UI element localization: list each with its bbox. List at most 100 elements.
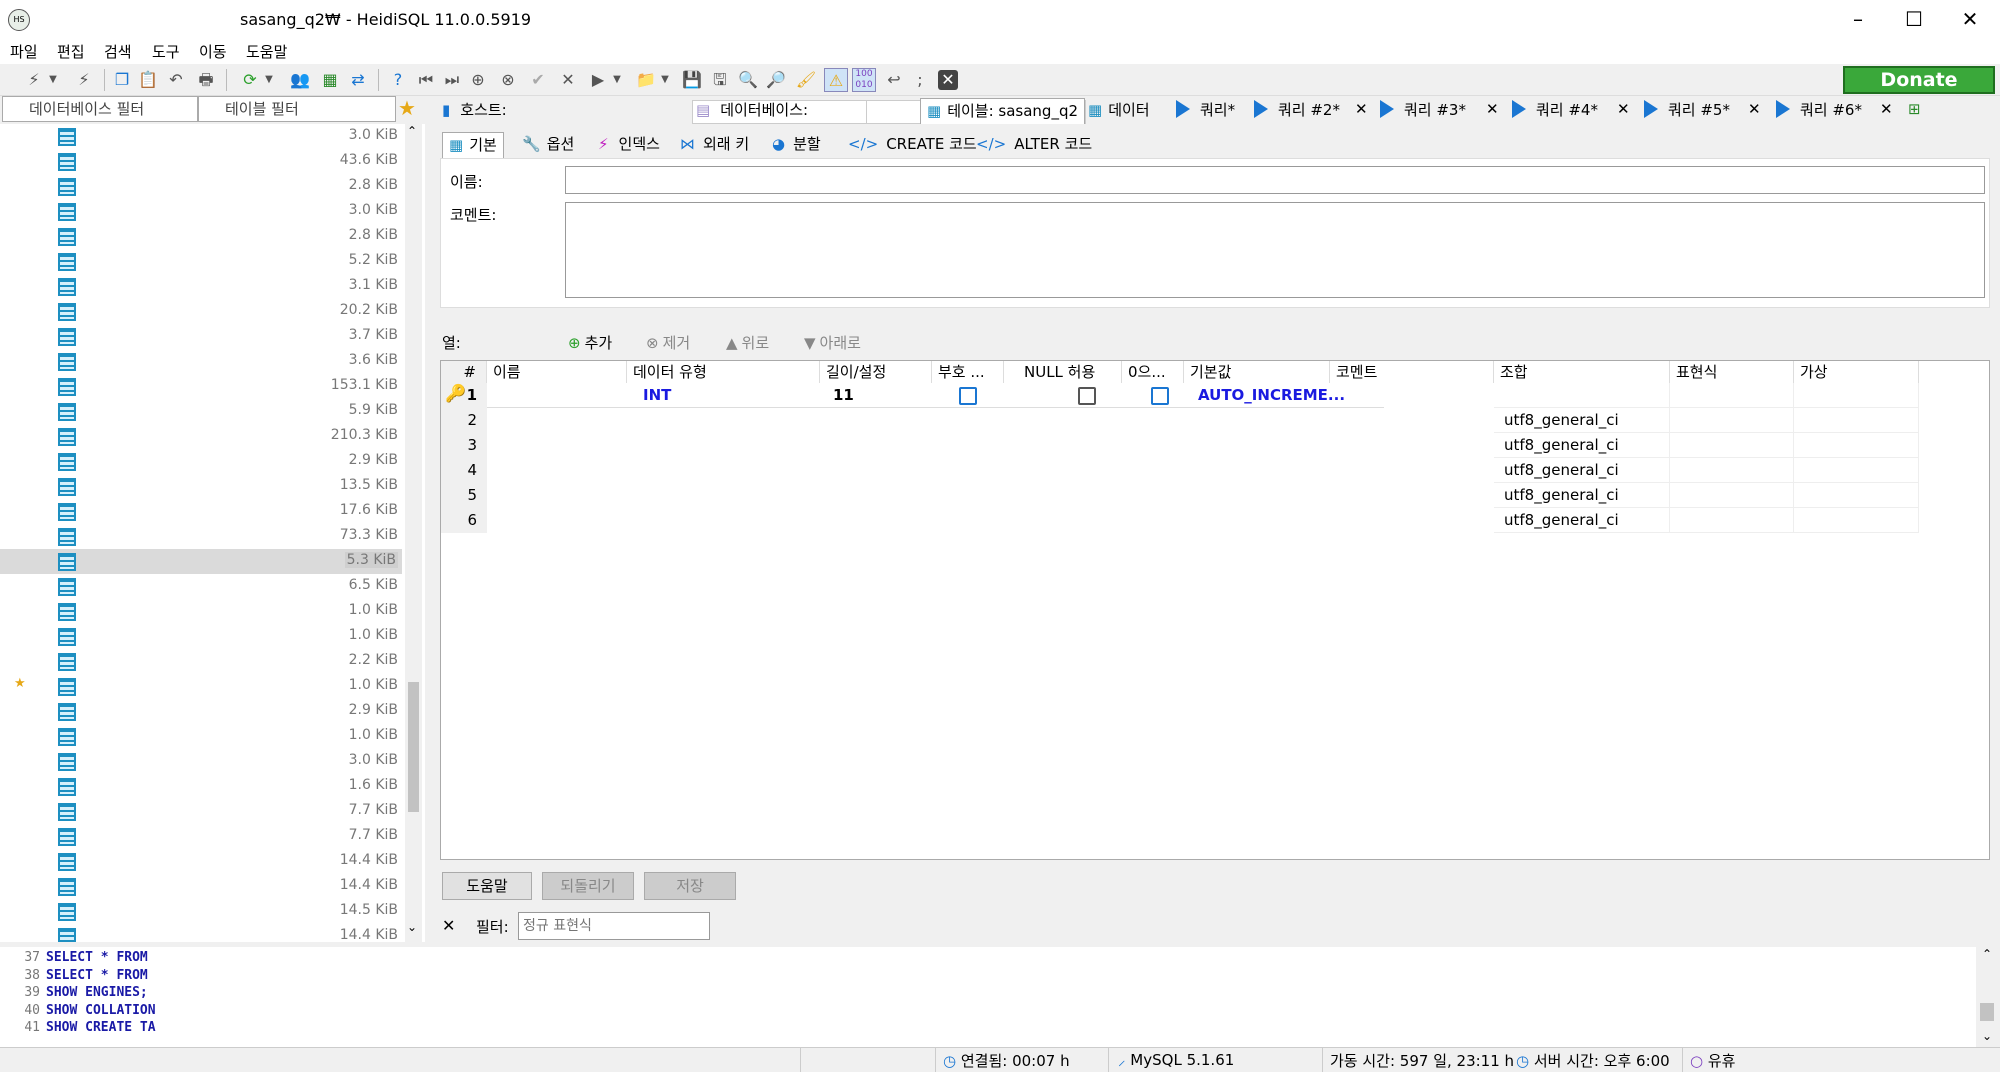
word-wrap-icon[interactable]: ↩ <box>882 68 906 92</box>
refresh-dropdown-icon[interactable]: ▼ <box>262 68 276 92</box>
tree-table-item[interactable]: 2.8 KiB <box>0 224 402 249</box>
tree-table-item[interactable]: 3.1 KiB <box>0 274 402 299</box>
move-up-button[interactable]: ▲ 위로 <box>726 332 769 353</box>
menu-file[interactable]: 파일 <box>10 41 38 62</box>
tab-query-6[interactable]: 쿼리 #6* <box>1776 98 1862 124</box>
tree-table-item[interactable]: 2.9 KiB <box>0 449 402 474</box>
tree-table-item[interactable]: 3.0 KiB <box>0 199 402 224</box>
tree-table-item[interactable]: 1.0 KiB <box>0 599 402 624</box>
columns-grid[interactable]: # 이름 데이터 유형 길이/설정 부호 ... NULL 허용 0으... 기… <box>440 360 1990 860</box>
save-file-icon[interactable]: 💾 <box>680 68 704 92</box>
paste-icon[interactable]: 📋 <box>136 68 160 92</box>
save-button[interactable]: 저장 <box>644 872 736 900</box>
scroll-thumb[interactable] <box>1980 1003 1994 1021</box>
zerofill-checkbox[interactable] <box>1151 387 1169 405</box>
menu-help[interactable]: 도움말 <box>246 41 287 62</box>
tree-table-item[interactable]: 153.1 KiB <box>0 374 402 399</box>
header-unsigned[interactable]: 부호 ... <box>932 361 1004 383</box>
subtab-options[interactable]: 🔧 옵션 <box>522 132 574 158</box>
tree-table-item[interactable]: 1.6 KiB <box>0 774 402 799</box>
cell-virtual[interactable] <box>1794 408 1919 433</box>
header-comment[interactable]: 코멘트 <box>1330 361 1494 383</box>
cell-expression[interactable] <box>1670 458 1794 483</box>
log-scrollbar[interactable]: ⌃ ⌄ <box>1976 947 2000 1047</box>
tab-data[interactable]: ▦ 데이터 <box>1088 98 1150 124</box>
cell-collation[interactable]: utf8_general_ci <box>1494 508 1670 533</box>
tab-query-1[interactable]: 쿼리* <box>1176 98 1235 124</box>
subtab-alter-code[interactable]: </> ALTER 코드 <box>976 132 1092 158</box>
subtab-basic[interactable]: ▦ 기본 <box>442 132 504 158</box>
tree-table-item[interactable]: 3.0 KiB <box>0 749 402 774</box>
tree-table-item[interactable]: 14.4 KiB <box>0 924 402 942</box>
tab-query-4[interactable]: 쿼리 #4* <box>1512 98 1598 124</box>
header-length[interactable]: 길이/설정 <box>820 361 932 383</box>
move-down-button[interactable]: ▼ 아래로 <box>804 332 861 353</box>
header-name[interactable]: 이름 <box>487 361 627 383</box>
null-checkbox[interactable] <box>1078 387 1096 405</box>
post-record-icon[interactable]: ✔ <box>526 68 550 92</box>
cell-virtual[interactable] <box>1794 508 1919 533</box>
tree-table-item[interactable]: 7.7 KiB <box>0 799 402 824</box>
minimize-button[interactable]: – <box>1830 0 1886 38</box>
format-sql-icon[interactable]: 🖌 <box>794 68 818 92</box>
run-dropdown-icon[interactable]: ▼ <box>610 68 624 92</box>
refresh-icon[interactable]: ⟳ <box>238 68 262 92</box>
revert-button[interactable]: 되돌리기 <box>542 872 634 900</box>
cell-virtual[interactable] <box>1794 458 1919 483</box>
header-expression[interactable]: 표현식 <box>1670 361 1794 383</box>
replace-icon[interactable]: 🔎 <box>764 68 788 92</box>
print-icon[interactable]: 🖶 <box>194 68 218 92</box>
tree-table-item[interactable]: 14.4 KiB <box>0 849 402 874</box>
tree-table-item[interactable]: 2.2 KiB <box>0 649 402 674</box>
export-sql-icon[interactable]: ⇄ <box>346 68 370 92</box>
cell-type[interactable]: INT <box>643 383 671 408</box>
tree-table-item[interactable]: 17.6 KiB <box>0 499 402 524</box>
close-query-6-icon[interactable]: ✕ <box>1880 100 1893 118</box>
tab-query-3[interactable]: 쿼리 #3* <box>1380 98 1466 124</box>
add-column-button[interactable]: ⊕ 추가 <box>568 332 612 353</box>
cell-collation[interactable]: utf8_general_ci <box>1494 408 1670 433</box>
tab-query-5[interactable]: 쿼리 #5* <box>1644 98 1730 124</box>
tab-query-2[interactable]: 쿼리 #2* <box>1254 98 1340 124</box>
header-num[interactable]: # <box>441 361 487 383</box>
filter-input[interactable] <box>518 912 710 940</box>
find-icon[interactable]: 🔍 <box>736 68 760 92</box>
subtab-foreign-keys[interactable]: ⋈ 외래 키 <box>680 132 749 158</box>
tab-table[interactable]: ▦ 테이블: sasang_q2 <box>920 98 1086 124</box>
last-record-icon[interactable]: ⏭ <box>440 68 464 92</box>
tree-table-item[interactable]: ★ 1.0 KiB <box>0 674 402 699</box>
undo-icon[interactable]: ↶ <box>164 68 188 92</box>
close-query-3-icon[interactable]: ✕ <box>1486 100 1499 118</box>
maximize-button[interactable]: ☐ <box>1886 0 1942 38</box>
menu-tools[interactable]: 도구 <box>152 41 180 62</box>
tree-table-item[interactable]: 14.5 KiB <box>0 899 402 924</box>
copy-icon[interactable]: ❐ <box>110 68 134 92</box>
help-icon[interactable]: ? <box>386 68 410 92</box>
donate-button[interactable]: Donate <box>1843 66 1995 94</box>
first-record-icon[interactable]: ⏮ <box>414 68 438 92</box>
sql-log[interactable]: 37 SELECT * FROM 38 SELECT * FROM 39 SHOW ENG… <box>0 947 2000 1047</box>
close-query-4-icon[interactable]: ✕ <box>1617 100 1630 118</box>
tree-table-item[interactable]: 1.0 KiB <box>0 624 402 649</box>
cell-virtual[interactable] <box>1794 383 1919 408</box>
tree-table-item[interactable]: 6.5 KiB <box>0 574 402 599</box>
scroll-up-icon[interactable]: ⌃ <box>1982 947 1992 961</box>
user-manager-icon[interactable]: 👥 <box>288 68 312 92</box>
scroll-down-icon[interactable]: ⌄ <box>1982 1029 1992 1043</box>
unsigned-checkbox[interactable] <box>959 387 977 405</box>
open-dropdown-icon[interactable]: ▼ <box>658 68 672 92</box>
header-virtual[interactable]: 가상 <box>1794 361 1919 383</box>
import-csv-icon[interactable]: ▦ <box>318 68 342 92</box>
row-number[interactable]: 6 <box>441 508 487 533</box>
cell-expression[interactable] <box>1670 433 1794 458</box>
table-filter-input[interactable]: 테이블 필터 <box>198 96 396 122</box>
header-null[interactable]: NULL 허용 <box>1004 361 1122 383</box>
tree-table-item[interactable]: 2.8 KiB <box>0 174 402 199</box>
tree-table-item[interactable]: 3.7 KiB <box>0 324 402 349</box>
tree-table-item[interactable]: 5.9 KiB <box>0 399 402 424</box>
menu-search[interactable]: 검색 <box>104 41 132 62</box>
tree-scrollbar[interactable]: ⌃ ⌄ <box>405 124 422 942</box>
close-tab-icon[interactable]: ✕ <box>938 70 958 90</box>
tree-table-item[interactable]: 43.6 KiB <box>0 149 402 174</box>
tree-table-item[interactable]: 3.0 KiB <box>0 124 402 149</box>
